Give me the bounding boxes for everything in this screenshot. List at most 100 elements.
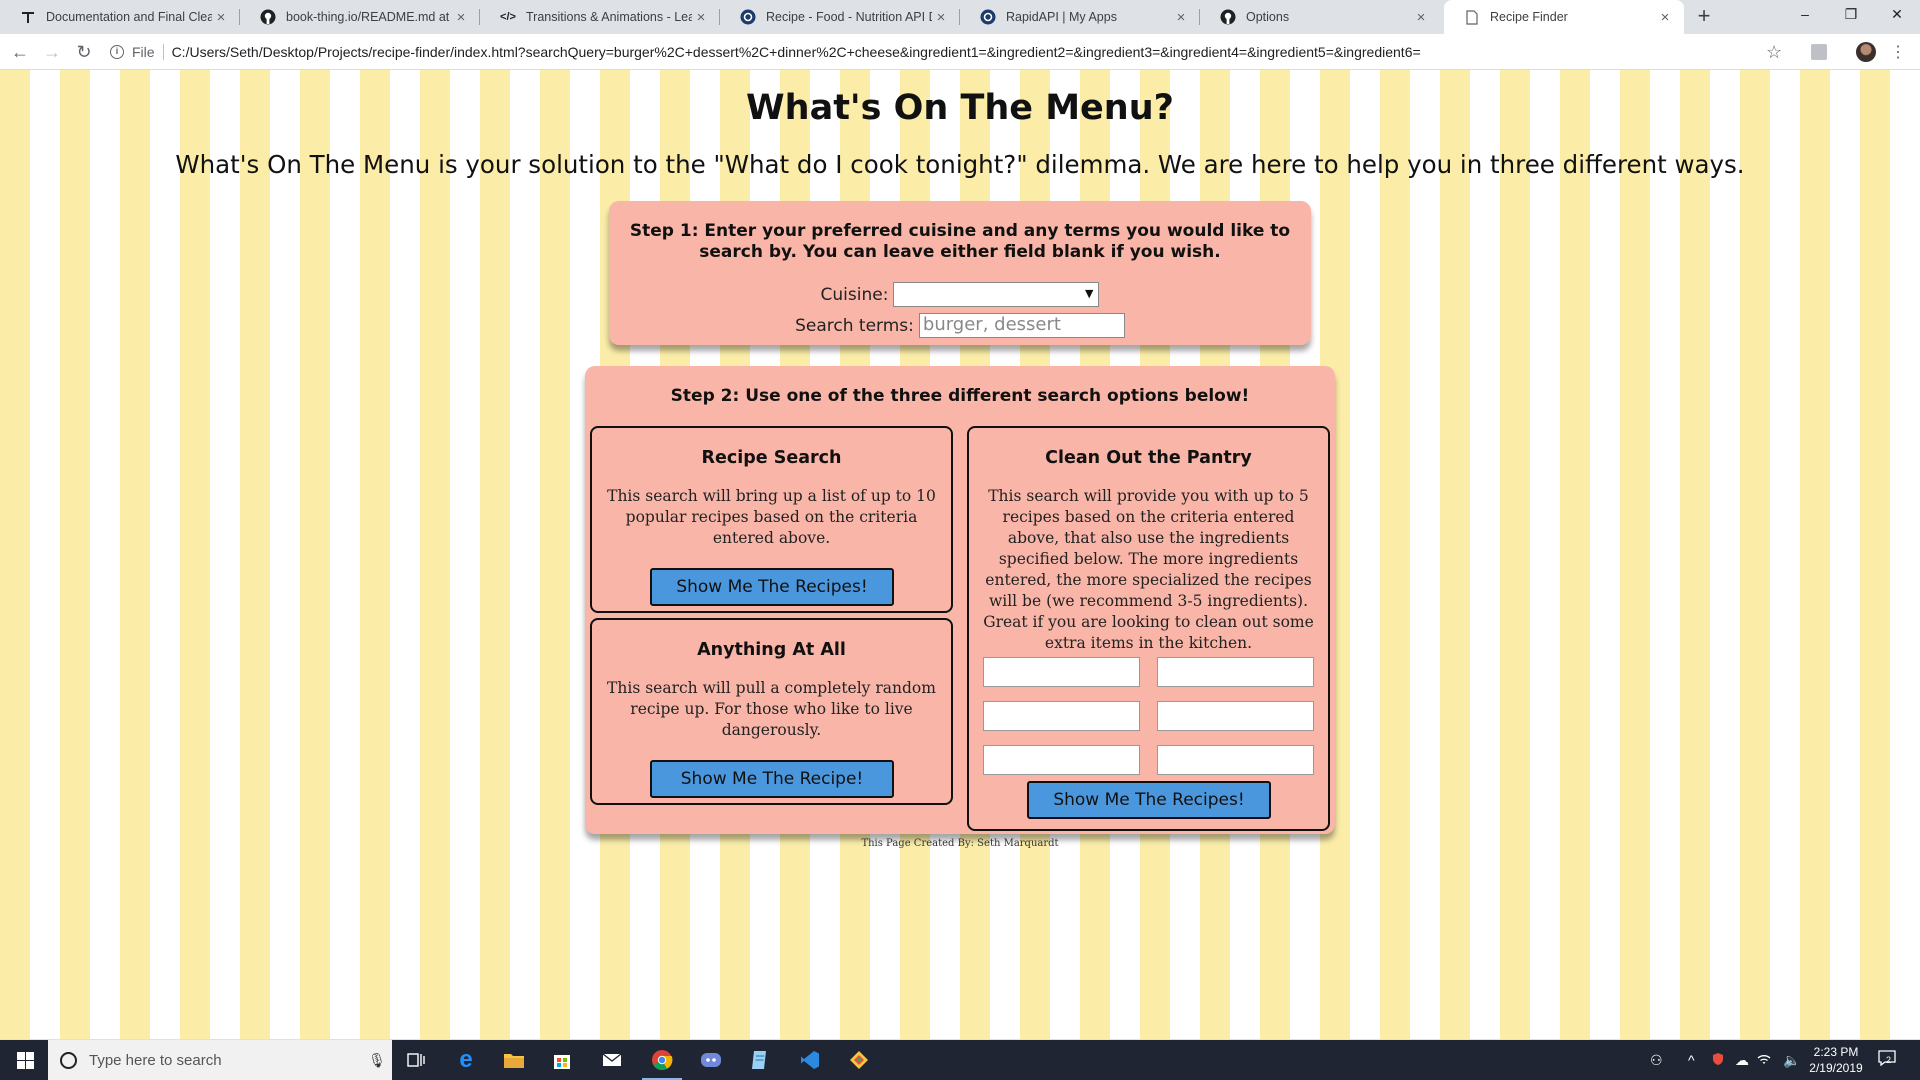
code-icon: </> <box>500 11 516 23</box>
restore-button[interactable]: ❐ <box>1828 0 1874 30</box>
tab-recipe-api[interactable]: Recipe - Food - Nutrition API Do × <box>720 0 960 34</box>
tab-readme[interactable]: book-thing.io/README.md at m × <box>240 0 480 34</box>
windows-taskbar: Type here to search 🎙 e ⚇ ^ ☁ 🔈 2:23 PM … <box>0 1040 1920 1080</box>
step1-panel: Step 1: Enter your preferred cuisine and… <box>609 201 1311 345</box>
chevron-up-icon[interactable]: ^ <box>1688 1052 1695 1068</box>
people-icon[interactable]: ⚇ <box>1650 1052 1663 1069</box>
rapidapi-icon <box>740 9 756 25</box>
ingredient-input-5[interactable] <box>983 745 1140 775</box>
tab-strip: Documentation and Final Cleanu × book-th… <box>0 0 1920 34</box>
page-viewport: What's On The Menu? What's On The Menu i… <box>0 70 1920 1039</box>
rapidapi-icon <box>980 9 996 25</box>
cuisine-row: Cuisine: ▼ <box>609 282 1311 307</box>
minimize-button[interactable]: – <box>1782 0 1828 30</box>
ingredient-input-3[interactable] <box>983 701 1140 731</box>
card-title: Recipe Search <box>701 448 842 468</box>
cuisine-label: Cuisine: <box>820 284 889 305</box>
tab-rapidapi-apps[interactable]: RapidAPI | My Apps × <box>960 0 1200 34</box>
close-window-button[interactable]: ✕ <box>1874 0 1920 30</box>
file-explorer-icon[interactable] <box>500 1046 528 1074</box>
tab-transitions[interactable]: </> Transitions & Animations - Learn × <box>480 0 720 34</box>
scheme-label: File <box>132 44 155 60</box>
clock-time: 2:23 PM <box>1813 1045 1859 1059</box>
taskbar-search-placeholder: Type here to search <box>89 1051 222 1069</box>
pantry-card: Clean Out the Pantry This search will pr… <box>967 426 1330 831</box>
close-icon[interactable]: × <box>1172 9 1190 26</box>
url-text[interactable]: C:/Users/Seth/Desktop/Projects/recipe-fi… <box>172 44 1421 60</box>
close-icon[interactable]: × <box>1656 9 1674 26</box>
card-description: This search will pull a completely rando… <box>607 679 936 739</box>
notepad-icon[interactable] <box>746 1046 774 1074</box>
cuisine-select[interactable]: ▼ <box>893 282 1100 307</box>
page-icon <box>1464 9 1480 25</box>
forward-button[interactable]: → <box>40 40 64 64</box>
ingredient-input-4[interactable] <box>1157 701 1314 731</box>
extension-icon[interactable] <box>1811 44 1827 60</box>
task-view-icon[interactable] <box>402 1046 430 1074</box>
step1-title: Step 1: Enter your preferred cuisine and… <box>629 221 1291 262</box>
store-icon[interactable] <box>548 1046 576 1074</box>
search-terms-input[interactable]: burger, dessert <box>918 313 1125 338</box>
vscode-icon[interactable] <box>796 1046 824 1074</box>
ingredient-input-6[interactable] <box>1157 745 1314 775</box>
show-recipes-button[interactable]: Show Me The Recipes! <box>650 568 894 606</box>
taskbar-search[interactable]: Type here to search 🎙 <box>48 1040 392 1080</box>
tab-title: Recipe Finder <box>1490 10 1568 24</box>
reload-button[interactable]: ↻ <box>72 40 96 64</box>
microphone-icon[interactable]: 🎙 <box>362 1052 392 1069</box>
new-tab-button[interactable]: + <box>1692 5 1716 29</box>
recipe-search-card: Recipe Search This search will bring up … <box>590 426 953 613</box>
page-title: What's On The Menu? <box>746 88 1174 128</box>
browser-toolbar: ← → ↻ i File C:/Users/Seth/Desktop/Proje… <box>0 34 1920 70</box>
github-icon <box>1220 9 1236 25</box>
tab-documentation[interactable]: Documentation and Final Cleanu × <box>0 0 240 34</box>
close-icon[interactable]: × <box>212 9 230 26</box>
chrome-icon[interactable] <box>642 1046 682 1080</box>
tab-title: Transitions & Animations - Learn <box>526 10 692 24</box>
tab-title: RapidAPI | My Apps <box>1006 10 1117 24</box>
pantry-show-recipes-button[interactable]: Show Me The Recipes! <box>1027 781 1271 819</box>
typeform-icon <box>20 9 36 25</box>
shield-icon[interactable] <box>1712 1052 1724 1069</box>
close-icon[interactable]: × <box>692 9 710 26</box>
wifi-icon[interactable] <box>1757 1052 1771 1068</box>
close-icon[interactable]: × <box>452 9 470 26</box>
search-terms-label: Search terms: <box>795 315 914 336</box>
ingredient-input-1[interactable] <box>983 657 1140 687</box>
step2-title: Step 2: Use one of the three different s… <box>670 386 1250 406</box>
bookmark-star-icon[interactable]: ☆ <box>1766 42 1782 63</box>
mail-icon[interactable] <box>598 1046 626 1074</box>
notification-count: 2 <box>1886 1055 1892 1065</box>
profile-avatar[interactable] <box>1856 42 1876 62</box>
tab-title: Options <box>1246 10 1290 24</box>
start-button[interactable] <box>0 1040 48 1080</box>
info-icon[interactable]: i <box>110 45 124 59</box>
page-footer: This Page Created By: Seth Marquardt <box>861 838 1059 849</box>
tab-title: Documentation and Final Cleanu <box>46 10 212 24</box>
ingredient-input-2[interactable] <box>1157 657 1314 687</box>
discord-icon[interactable] <box>697 1046 725 1074</box>
card-title: Anything At All <box>697 640 846 660</box>
github-icon <box>260 9 276 25</box>
back-button[interactable]: ← <box>8 40 32 64</box>
close-icon[interactable]: × <box>1412 9 1430 26</box>
onedrive-icon[interactable]: ☁ <box>1735 1052 1749 1069</box>
taskbar-clock[interactable]: 2:23 PM 2/19/2019 <box>1796 1044 1876 1076</box>
card-title: Clean Out the Pantry <box>1045 448 1252 468</box>
tab-options[interactable]: Options × <box>1200 0 1440 34</box>
address-bar[interactable]: i File C:/Users/Seth/Desktop/Projects/re… <box>110 38 1760 66</box>
card-description: This search will provide you with up to … <box>983 487 1314 652</box>
gitkraken-icon[interactable] <box>845 1046 873 1074</box>
edge-icon[interactable]: e <box>452 1046 480 1074</box>
cortana-icon <box>60 1051 77 1069</box>
card-description: This search will bring up a list of up t… <box>607 487 936 547</box>
chevron-down-icon: ▼ <box>1084 287 1094 300</box>
tab-title: Recipe - Food - Nutrition API Do <box>766 10 932 24</box>
close-icon[interactable]: × <box>932 9 950 26</box>
action-center-icon[interactable]: 2 <box>1878 1050 1896 1071</box>
anything-at-all-card: Anything At All This search will pull a … <box>590 618 953 805</box>
menu-kebab-icon[interactable]: ⋮ <box>1890 42 1906 62</box>
tab-recipe-finder[interactable]: Recipe Finder × <box>1444 0 1684 34</box>
show-random-recipe-button[interactable]: Show Me The Recipe! <box>650 760 894 798</box>
tab-title: book-thing.io/README.md at m <box>286 10 452 24</box>
